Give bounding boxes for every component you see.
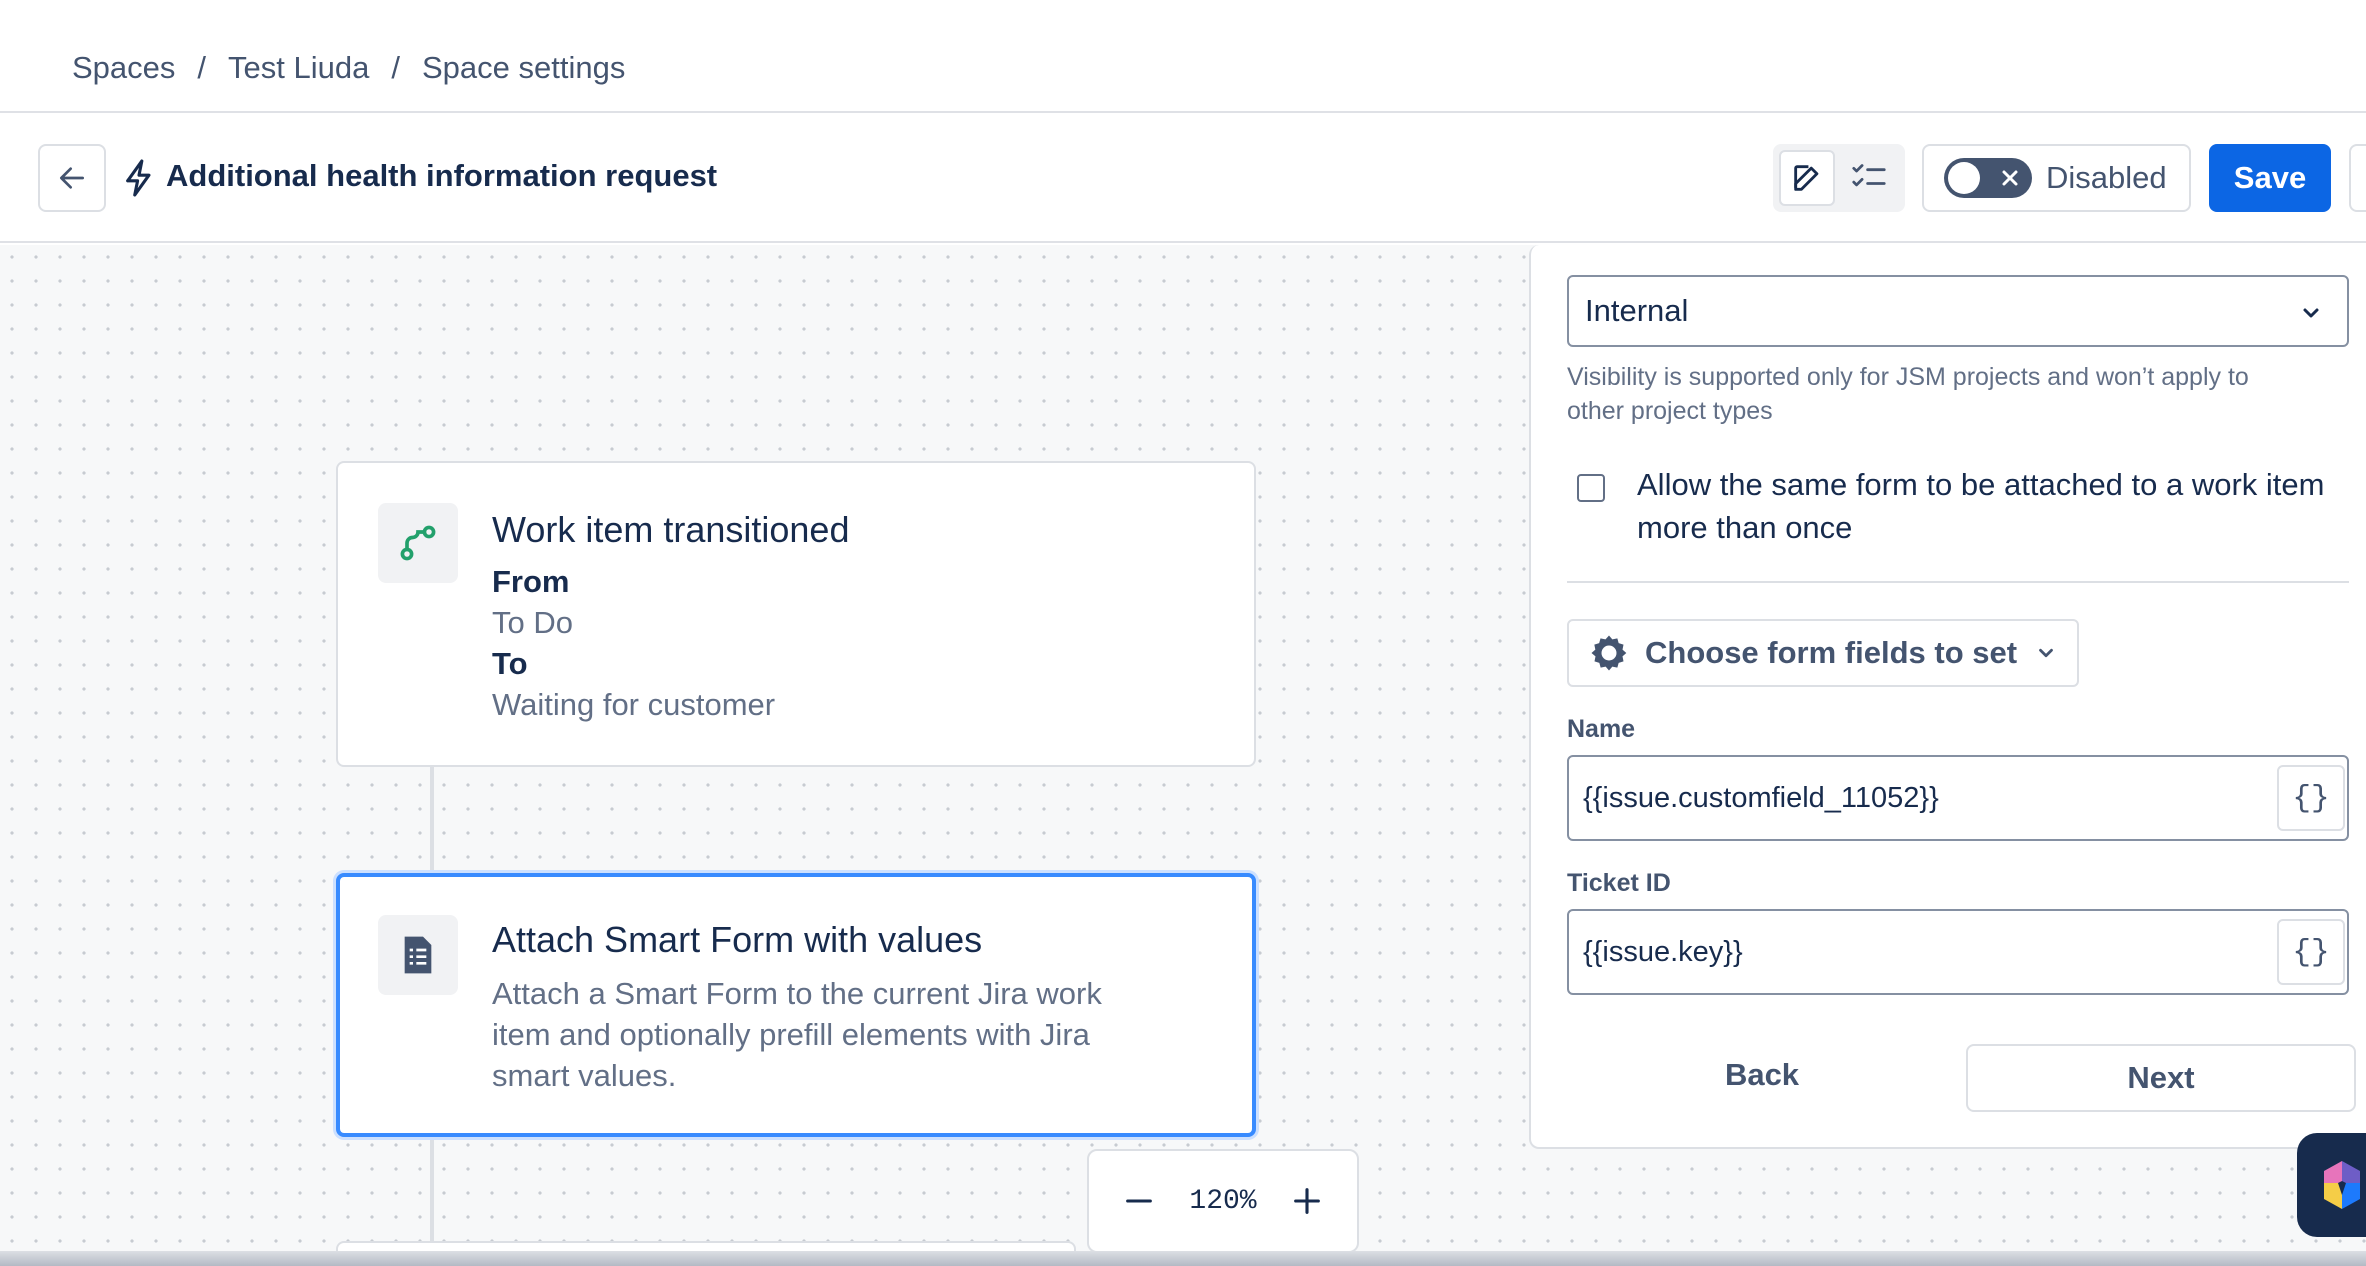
action-node[interactable]: Attach Smart Form with values Attach a S… xyxy=(336,873,1256,1137)
chevron-down-icon xyxy=(2039,648,2053,658)
panel-divider xyxy=(1567,581,2349,583)
from-value: To Do xyxy=(492,605,573,640)
action-description-line: smart values. xyxy=(492,1058,677,1093)
connector-line xyxy=(430,767,434,873)
visibility-helper-text: Visibility is supported only for JSM pro… xyxy=(1567,360,2357,428)
visibility-select[interactable]: Internal xyxy=(1567,275,2349,347)
toggle-knob xyxy=(1948,162,1980,194)
breadcrumb-space[interactable]: Test Liuda xyxy=(228,50,369,86)
zoom-out-button[interactable] xyxy=(1113,1175,1165,1227)
back-step-button[interactable]: Back xyxy=(1567,1041,1957,1109)
action-description-line: Attach a Smart Form to the current Jira … xyxy=(492,976,1102,1011)
rule-status-toggle[interactable]: Disabled xyxy=(1922,144,2191,212)
allow-multiple-label-line: Allow the same form to be attached to a … xyxy=(1637,467,2325,502)
trigger-details: From To Do To Waiting for customer xyxy=(492,561,775,725)
breadcrumb-separator: / xyxy=(197,50,207,85)
trigger-icon-box xyxy=(378,503,458,583)
breadcrumb-separator: / xyxy=(391,50,400,85)
name-field-input[interactable]: {{issue.customfield_11052}} {} xyxy=(1567,755,2349,841)
allow-multiple-row: Allow the same form to be attached to a … xyxy=(1577,463,2357,549)
edit-mode-button[interactable] xyxy=(1779,150,1835,206)
trigger-node[interactable]: Work item transitioned From To Do To Wai… xyxy=(336,461,1256,767)
connector-line xyxy=(430,1137,434,1257)
ticket-id-field-value: {{issue.key}} xyxy=(1583,935,1743,968)
assistant-button[interactable] xyxy=(2297,1133,2366,1237)
save-button[interactable]: Save xyxy=(2209,144,2331,212)
smart-value-button[interactable]: {} xyxy=(2277,919,2345,985)
close-icon xyxy=(2002,170,2018,186)
assistant-logo-icon xyxy=(2324,1161,2360,1209)
plus-icon xyxy=(1294,1188,1320,1214)
rule-header: Additional health information request Di… xyxy=(0,113,2366,243)
zoom-level: 120% xyxy=(1189,1185,1257,1217)
visibility-value: Internal xyxy=(1585,293,1689,328)
rule-canvas[interactable]: Work item transitioned From To Do To Wai… xyxy=(0,245,2366,1266)
action-description-line: item and optionally prefill elements wit… xyxy=(492,1017,1090,1052)
allow-multiple-checkbox[interactable] xyxy=(1577,474,1605,502)
lightning-bolt-icon xyxy=(126,159,151,197)
breadcrumb-space-settings[interactable]: Space settings xyxy=(422,50,625,86)
rule-title: Additional health information request xyxy=(166,158,718,193)
from-label: From xyxy=(492,564,570,599)
view-mode-toggle xyxy=(1773,144,1905,212)
trigger-title: Work item transitioned xyxy=(492,509,850,550)
gear-icon xyxy=(1591,635,1627,671)
breadcrumb: Spaces / Test Liuda / Space settings xyxy=(72,50,625,86)
action-title: Attach Smart Form with values xyxy=(492,919,983,960)
helper-line: other project types xyxy=(1567,397,1773,425)
name-field-value: {{issue.customfield_11052}} xyxy=(1583,781,1939,814)
chevron-down-icon xyxy=(2303,308,2319,318)
ticket-id-field-label: Ticket ID xyxy=(1567,869,1671,897)
list-mode-button[interactable] xyxy=(1841,150,1897,206)
arrow-left-icon xyxy=(60,167,84,189)
minus-icon xyxy=(1126,1199,1152,1203)
allow-multiple-label-line: more than once xyxy=(1637,510,1853,545)
breadcrumb-bar: Spaces / Test Liuda / Space settings xyxy=(0,0,2366,113)
smart-value-button[interactable]: {} xyxy=(2277,765,2345,831)
to-value: Waiting for customer xyxy=(492,687,776,722)
to-label: To xyxy=(492,646,528,681)
action-icon-box xyxy=(378,915,458,995)
form-document-icon xyxy=(404,936,432,974)
zoom-in-button[interactable] xyxy=(1281,1175,1333,1227)
next-step-button[interactable]: Next xyxy=(1966,1044,2356,1112)
action-config-panel: Internal Visibility is supported only fo… xyxy=(1529,245,2366,1149)
helper-line: Visibility is supported only for JSM pro… xyxy=(1567,363,2249,391)
zoom-controls: 120% xyxy=(1087,1149,1359,1253)
back-button[interactable] xyxy=(38,144,106,212)
transition-icon xyxy=(400,525,436,561)
checklist-icon xyxy=(1852,164,1886,187)
toggle-status-label: Disabled xyxy=(2046,160,2167,195)
action-description: Attach a Smart Form to the current Jira … xyxy=(492,973,1102,1096)
canvas-bottom-edge xyxy=(0,1251,2366,1266)
allow-multiple-label[interactable]: Allow the same form to be attached to a … xyxy=(1637,463,2324,549)
breadcrumb-spaces[interactable]: Spaces xyxy=(72,50,175,86)
choose-form-fields-button[interactable]: Choose form fields to set xyxy=(1567,619,2079,687)
edit-icon xyxy=(1794,165,1819,191)
toggle-switch[interactable] xyxy=(1944,158,2032,198)
choose-form-fields-label: Choose form fields to set xyxy=(1645,635,2018,670)
ticket-id-field-input[interactable]: {{issue.key}} {} xyxy=(1567,909,2349,995)
more-actions-button[interactable] xyxy=(2349,144,2366,212)
name-field-label: Name xyxy=(1567,715,1636,743)
